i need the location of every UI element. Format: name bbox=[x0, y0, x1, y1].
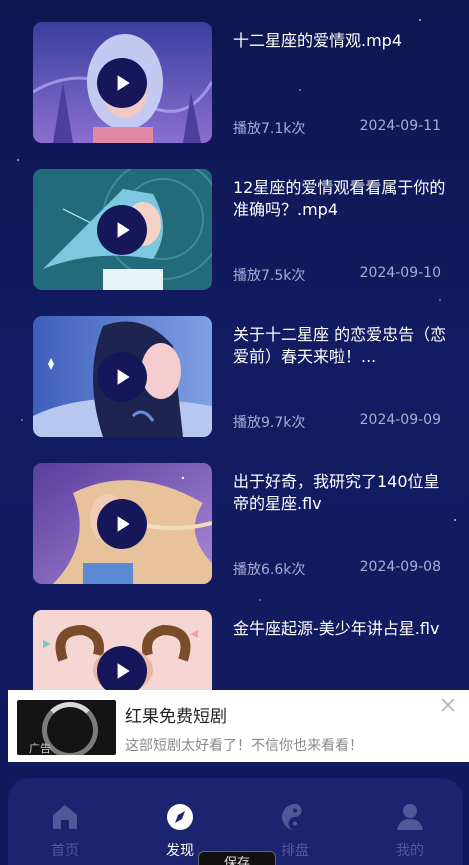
play-button[interactable] bbox=[97, 646, 147, 690]
ad-description[interactable]: 这部短剧太好看了！不信你也来看看！ bbox=[125, 735, 363, 755]
play-button[interactable] bbox=[97, 499, 147, 549]
video-thumbnail[interactable] bbox=[33, 22, 212, 143]
video-thumbnail[interactable] bbox=[33, 316, 212, 437]
publish-date: 2024-09-10 bbox=[359, 265, 441, 281]
play-button[interactable] bbox=[97, 58, 147, 108]
home-icon bbox=[53, 805, 77, 829]
user-icon bbox=[397, 804, 423, 830]
play-count: 播放7.5k次 bbox=[233, 268, 306, 284]
play-count: 播放9.7k次 bbox=[233, 415, 306, 431]
video-item[interactable]: 金牛座起源-美少年讲占星.flv bbox=[33, 610, 453, 690]
play-icon bbox=[117, 516, 130, 532]
tab-mine[interactable]: 我的 bbox=[370, 802, 450, 860]
tab-home[interactable]: 首页 bbox=[25, 802, 105, 860]
video-list: 十二星座的爱情观.mp4 播放7.1k次 2024-09-11 12星座的爱情观… bbox=[0, 0, 469, 690]
video-item[interactable]: 十二星座的爱情观.mp4 播放7.1k次 2024-09-11 bbox=[33, 22, 453, 143]
video-title[interactable]: 12星座的爱情观看看属于你的准确吗？.mp4 bbox=[233, 177, 448, 221]
yin-yang-icon bbox=[282, 804, 308, 830]
video-title[interactable]: 十二星座的爱情观.mp4 bbox=[233, 30, 448, 52]
play-icon bbox=[117, 369, 130, 385]
video-item[interactable]: 关于十二星座 的恋爱忠告（恋爱前）春天来啦！... 播放9.7k次 2024-0… bbox=[33, 316, 453, 437]
play-button[interactable] bbox=[97, 205, 147, 255]
video-title[interactable]: 金牛座起源-美少年讲占星.flv bbox=[233, 618, 448, 640]
video-item[interactable]: 12星座的爱情观看看属于你的准确吗？.mp4 播放7.5k次 2024-09-1… bbox=[33, 169, 453, 290]
play-count: 播放6.6k次 bbox=[233, 562, 306, 578]
play-button[interactable] bbox=[97, 352, 147, 402]
toast-message: 保存 bbox=[198, 851, 276, 865]
publish-date: 2024-09-08 bbox=[359, 559, 441, 575]
video-thumbnail[interactable] bbox=[33, 169, 212, 290]
ad-tag: 广告 bbox=[29, 742, 51, 755]
publish-date: 2024-09-11 bbox=[359, 118, 441, 134]
video-thumbnail[interactable] bbox=[33, 463, 212, 584]
video-title[interactable]: 关于十二星座 的恋爱忠告（恋爱前）春天来啦！... bbox=[233, 324, 448, 368]
ad-banner[interactable]: 广告 红果免费短剧 这部短剧太好看了！不信你也来看看！ bbox=[8, 690, 469, 762]
compass-icon bbox=[167, 804, 193, 830]
video-item[interactable]: 出于好奇，我研究了140位皇帝的星座.flv 播放6.6k次 2024-09-0… bbox=[33, 463, 453, 584]
ad-title[interactable]: 红果免费短剧 bbox=[125, 702, 227, 727]
play-icon bbox=[117, 663, 130, 679]
video-title[interactable]: 出于好奇，我研究了140位皇帝的星座.flv bbox=[233, 471, 448, 515]
publish-date: 2024-09-09 bbox=[359, 412, 441, 428]
play-icon bbox=[117, 222, 130, 238]
ad-thumbnail[interactable]: 广告 bbox=[17, 700, 116, 755]
tab-label: 首页 bbox=[51, 843, 79, 859]
video-thumbnail[interactable] bbox=[33, 610, 212, 690]
tab-label: 我的 bbox=[396, 843, 424, 859]
play-count: 播放7.1k次 bbox=[233, 121, 306, 137]
close-icon[interactable] bbox=[439, 696, 457, 714]
play-icon bbox=[117, 75, 130, 91]
